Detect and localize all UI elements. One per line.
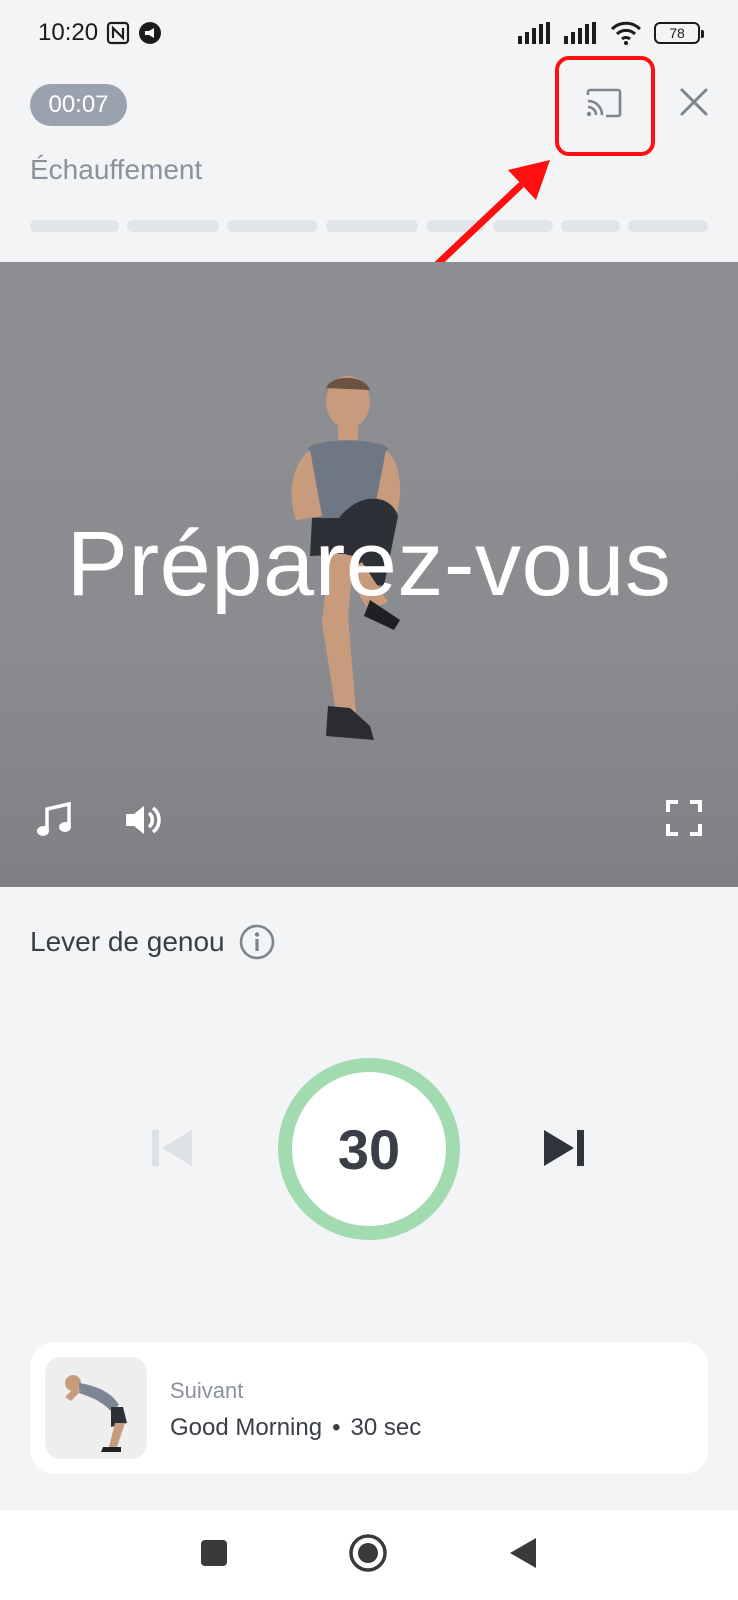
system-nav-bar [0, 1510, 738, 1600]
progress-segment [628, 220, 708, 232]
home-button[interactable] [348, 1533, 388, 1578]
close-icon [679, 87, 709, 122]
countdown-timer: 30 [278, 1058, 460, 1240]
status-left: 10:20 [38, 19, 162, 47]
info-icon[interactable] [239, 924, 275, 960]
next-label: Suivant [170, 1378, 244, 1403]
cast-button[interactable] [578, 82, 630, 128]
exercise-title: Lever de genou [30, 924, 275, 960]
battery-level: 78 [669, 25, 685, 41]
recents-button[interactable] [200, 1539, 228, 1572]
skip-previous-icon [150, 1130, 194, 1172]
wifi-icon [610, 21, 642, 45]
next-exercise-name: Good Morning [170, 1414, 323, 1441]
cast-icon [584, 87, 624, 124]
fullscreen-icon [666, 799, 702, 841]
get-ready-text: Préparez-vous [66, 513, 672, 615]
fullscreen-button[interactable] [664, 799, 704, 841]
progress-segment [30, 220, 120, 232]
music-button[interactable] [32, 800, 76, 844]
separator-dot: • [332, 1414, 341, 1441]
volume-button[interactable] [120, 800, 164, 844]
next-exercise-duration: 30 sec [350, 1414, 422, 1441]
close-button[interactable] [674, 84, 714, 124]
volume-icon [122, 800, 162, 845]
status-time: 10:20 [38, 19, 99, 46]
notification-icon [138, 21, 162, 45]
music-note-icon [35, 801, 73, 844]
skip-next-icon [542, 1130, 586, 1172]
signal-icon [518, 22, 552, 44]
next-exercise-card[interactable]: Suivant Good Morning • 30 sec [30, 1342, 708, 1474]
section-title: Échauffement [30, 154, 203, 185]
nfc-icon [106, 21, 130, 45]
progress-segment [226, 220, 319, 232]
status-right: 78 [518, 21, 704, 45]
countdown-value: 30 [337, 1117, 401, 1181]
progress-segment [560, 220, 621, 232]
exercise-name: Lever de genou [30, 926, 225, 957]
signal-icon-2 [564, 22, 598, 44]
battery-icon: 78 [654, 22, 704, 44]
elapsed-timer: 00:07 [30, 84, 127, 126]
next-exercise-button[interactable] [542, 1128, 586, 1173]
next-exercise-thumbnail [45, 1357, 147, 1459]
progress-segment [127, 220, 219, 232]
previous-exercise-button[interactable] [150, 1128, 194, 1173]
back-button[interactable] [508, 1536, 538, 1575]
next-details: Good Morning • 30 sec [170, 1414, 421, 1442]
exercise-video[interactable]: Préparez-vous [0, 262, 738, 887]
